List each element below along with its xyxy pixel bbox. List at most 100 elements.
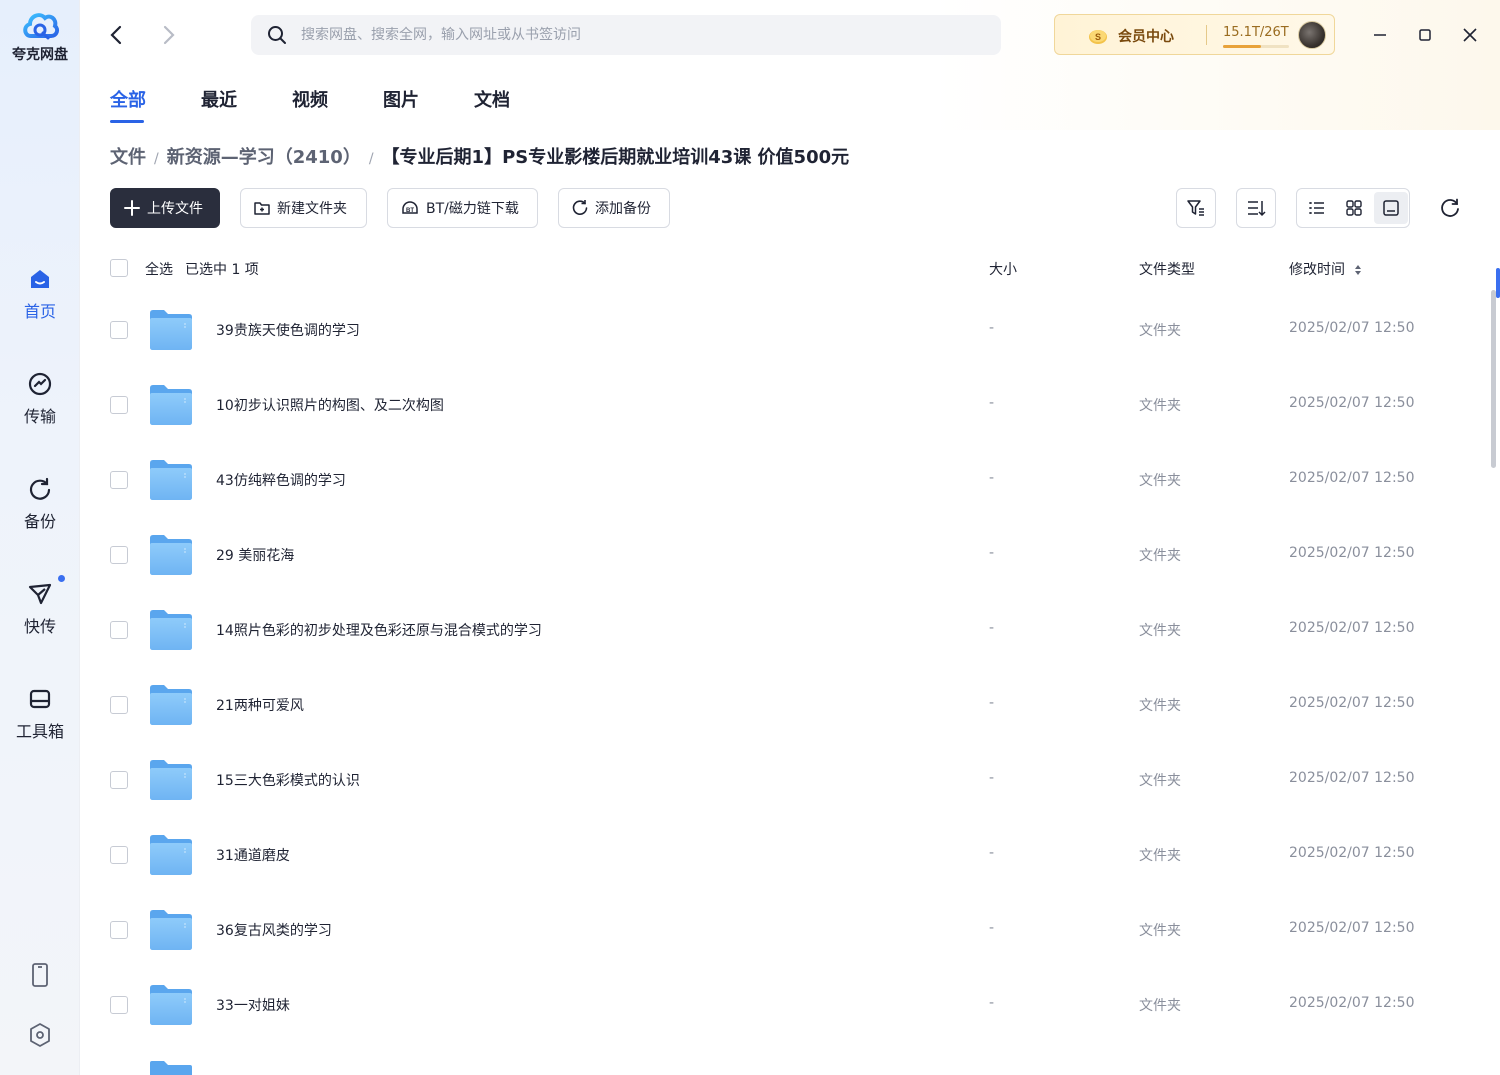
transfer-icon bbox=[28, 372, 52, 396]
sidebar-item-backup[interactable]: 备份 bbox=[0, 476, 80, 532]
file-name[interactable]: 29 美丽花海 bbox=[216, 545, 294, 565]
file-type: 文件夹 bbox=[1139, 698, 1181, 714]
side-panel-handle[interactable] bbox=[1496, 268, 1500, 298]
filter-button[interactable] bbox=[1176, 188, 1216, 228]
folder-icon bbox=[150, 760, 192, 800]
folder-icon bbox=[150, 460, 192, 500]
row-checkbox[interactable] bbox=[110, 621, 128, 639]
file-table-header: 全选 已选中 1 项 大小 文件类型 修改时间 bbox=[110, 256, 1480, 282]
grid-view-button[interactable] bbox=[1337, 192, 1371, 224]
file-size: - bbox=[989, 995, 995, 1011]
table-row[interactable]: 10初步认识照片的构图、及二次构图 - 文件夹 2025/02/07 12:50 bbox=[100, 368, 1480, 443]
row-checkbox[interactable] bbox=[110, 696, 128, 714]
tab-documents[interactable]: 文档 bbox=[474, 86, 510, 112]
table-row[interactable]: 15三大色彩模式的认识 - 文件夹 2025/02/07 12:50 bbox=[100, 743, 1480, 818]
column-header-size[interactable]: 大小 bbox=[989, 259, 1017, 279]
settings-button[interactable] bbox=[0, 1022, 80, 1048]
file-modified-time: 2025/02/07 12:50 bbox=[1289, 545, 1415, 561]
divider bbox=[1206, 25, 1207, 45]
column-header-type[interactable]: 文件类型 bbox=[1139, 259, 1195, 279]
select-all-label[interactable]: 全选 bbox=[145, 259, 173, 279]
column-header-modified-time[interactable]: 修改时间 bbox=[1289, 259, 1363, 279]
bt-magnet-download-button[interactable]: BT BT/磁力链下载 bbox=[387, 188, 538, 228]
table-row[interactable]: 43仿纯粹色调的学习 - 文件夹 2025/02/07 12:50 bbox=[100, 443, 1480, 518]
row-checkbox[interactable] bbox=[110, 996, 128, 1014]
avatar[interactable] bbox=[1298, 21, 1326, 49]
table-row[interactable]: 21两种可爱风 - 文件夹 2025/02/07 12:50 bbox=[100, 668, 1480, 743]
minimize-icon bbox=[1374, 34, 1386, 36]
row-checkbox[interactable] bbox=[110, 321, 128, 339]
sidebar-item-home[interactable]: 首页 bbox=[0, 266, 80, 322]
row-checkbox[interactable] bbox=[110, 771, 128, 789]
breadcrumb-item-parent[interactable]: 新资源—学习（2410） bbox=[167, 147, 361, 168]
minimize-button[interactable] bbox=[1365, 20, 1395, 50]
storage-usage-bar bbox=[1223, 45, 1289, 48]
file-name[interactable]: 43仿纯粹色调的学习 bbox=[216, 470, 346, 490]
close-button[interactable] bbox=[1455, 20, 1485, 50]
new-folder-button[interactable]: 新建文件夹 bbox=[240, 188, 367, 228]
add-backup-button[interactable]: 添加备份 bbox=[558, 188, 670, 228]
row-checkbox[interactable] bbox=[110, 471, 128, 489]
file-name[interactable]: 36复古风类的学习 bbox=[216, 920, 332, 940]
forward-button[interactable] bbox=[155, 22, 181, 48]
table-row[interactable]: 33一对姐妹 - 文件夹 2025/02/07 12:50 bbox=[100, 968, 1480, 1043]
chevron-left-icon bbox=[110, 25, 122, 45]
scrollbar-thumb[interactable] bbox=[1491, 290, 1496, 468]
member-center-link[interactable]: 会员中心 bbox=[1118, 26, 1174, 46]
tab-video[interactable]: 视频 bbox=[292, 86, 328, 112]
file-name[interactable]: 31通道磨皮 bbox=[216, 845, 290, 865]
tab-all[interactable]: 全部 bbox=[110, 86, 146, 112]
refresh-icon bbox=[1441, 198, 1459, 217]
file-name[interactable]: 15三大色彩模式的认识 bbox=[216, 770, 360, 790]
table-row[interactable]: 36复古风类的学习 - 文件夹 2025/02/07 12:50 bbox=[100, 893, 1480, 968]
table-row[interactable]: 39贵族天使色调的学习 - 文件夹 2025/02/07 12:50 bbox=[100, 293, 1480, 368]
quark-cloud-logo-icon bbox=[23, 13, 60, 40]
sidebar-item-label: 传输 bbox=[23, 407, 56, 426]
select-all-checkbox[interactable] bbox=[110, 259, 128, 277]
add-backup-label: 添加备份 bbox=[595, 201, 651, 217]
settings-icon bbox=[30, 1023, 50, 1047]
sidebar-item-transfer[interactable]: 传输 bbox=[0, 371, 80, 427]
tab-images[interactable]: 图片 bbox=[383, 86, 419, 112]
backup-refresh-icon bbox=[572, 200, 588, 215]
list-view-icon bbox=[1309, 202, 1324, 214]
upload-file-button[interactable]: 上传文件 bbox=[110, 188, 220, 228]
file-modified-time: 2025/02/07 12:50 bbox=[1289, 995, 1415, 1011]
row-checkbox[interactable] bbox=[110, 546, 128, 564]
search-input[interactable] bbox=[301, 15, 981, 55]
list-view-button[interactable] bbox=[1300, 192, 1334, 224]
new-folder-icon bbox=[254, 202, 270, 215]
file-type: 文件夹 bbox=[1139, 473, 1181, 489]
table-row[interactable]: 29 美丽花海 - 文件夹 2025/02/07 12:50 bbox=[100, 518, 1480, 593]
back-button[interactable] bbox=[104, 22, 130, 48]
sidebar-item-toolbox[interactable]: 工具箱 bbox=[0, 686, 80, 742]
member-center-panel[interactable]: S 会员中心 15.1T/26T bbox=[1054, 14, 1335, 55]
bt-icon: BT bbox=[402, 201, 418, 214]
search-box[interactable] bbox=[251, 15, 1001, 55]
app-logo[interactable]: 夸克网盘 bbox=[0, 8, 80, 64]
home-icon bbox=[31, 270, 49, 288]
refresh-button[interactable] bbox=[1436, 194, 1464, 222]
row-checkbox[interactable] bbox=[110, 921, 128, 939]
selected-count-text: 已选中 1 项 bbox=[185, 262, 259, 278]
tab-recent[interactable]: 最近 bbox=[201, 86, 237, 112]
file-name[interactable]: 33一对姐妹 bbox=[216, 995, 290, 1015]
phone-button[interactable] bbox=[0, 962, 80, 988]
breadcrumb-item-files[interactable]: 文件 bbox=[110, 147, 146, 168]
file-size: - bbox=[989, 695, 995, 711]
row-checkbox[interactable] bbox=[110, 846, 128, 864]
table-row[interactable]: 14照片色彩的初步处理及色彩还原与混合模式的学习 - 文件夹 2025/02/0… bbox=[100, 593, 1480, 668]
sort-button[interactable] bbox=[1236, 188, 1276, 228]
large-preview-view-button[interactable] bbox=[1374, 192, 1408, 224]
file-name[interactable]: 21两种可爱风 bbox=[216, 695, 304, 715]
file-name[interactable]: 14照片色彩的初步处理及色彩还原与混合模式的学习 bbox=[216, 620, 542, 640]
row-checkbox[interactable] bbox=[110, 396, 128, 414]
table-row[interactable]: 31通道磨皮 - 文件夹 2025/02/07 12:50 bbox=[100, 818, 1480, 893]
sidebar-item-quick-send[interactable]: 快传 bbox=[0, 575, 80, 637]
maximize-button[interactable] bbox=[1410, 20, 1440, 50]
file-name[interactable]: 10初步认识照片的构图、及二次构图 bbox=[216, 395, 444, 415]
folder-icon bbox=[150, 685, 192, 725]
file-name[interactable]: 39贵族天使色调的学习 bbox=[216, 320, 360, 340]
file-type: 文件夹 bbox=[1139, 323, 1181, 339]
file-size: - bbox=[989, 845, 995, 861]
